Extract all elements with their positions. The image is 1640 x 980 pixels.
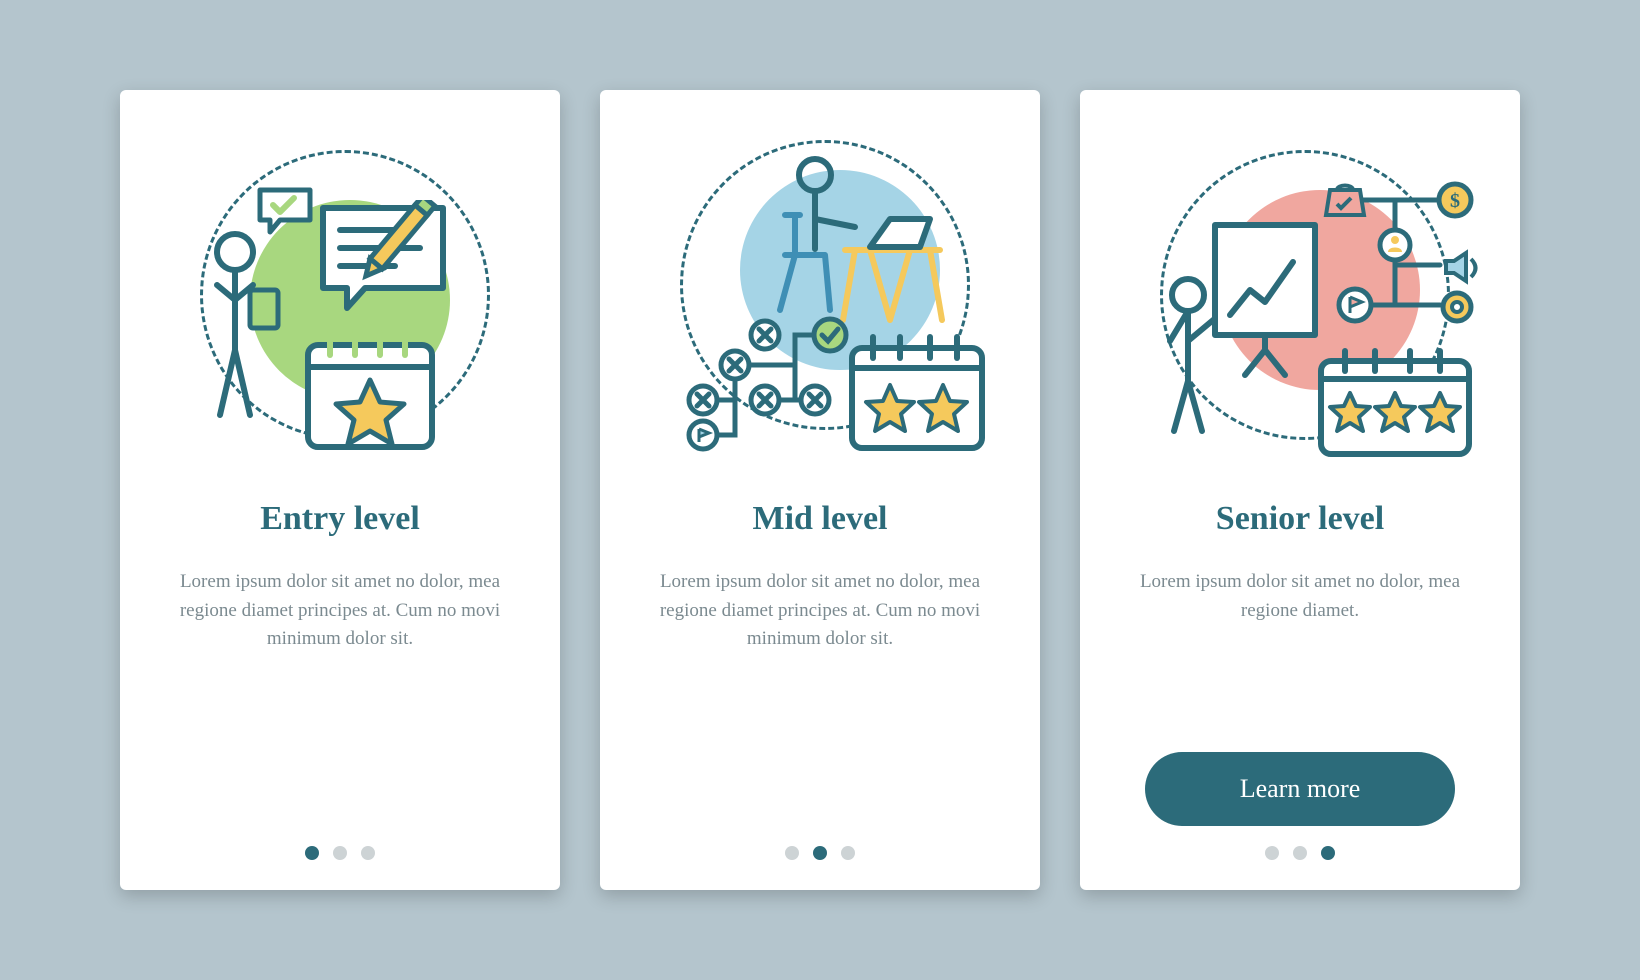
card-description: Lorem ipsum dolor sit amet no dolor, mea… — [1120, 568, 1480, 752]
dot-3[interactable] — [361, 846, 375, 860]
calendar-2star-icon — [845, 330, 990, 455]
dot-2[interactable] — [333, 846, 347, 860]
dot-2[interactable] — [1293, 846, 1307, 860]
dot-3[interactable] — [1321, 846, 1335, 860]
page-indicator — [785, 846, 855, 860]
page-indicator — [1265, 846, 1335, 860]
card-description: Lorem ipsum dolor sit amet no dolor, mea… — [640, 568, 1000, 846]
onboarding-card-entry: Entry level Lorem ipsum dolor sit amet n… — [120, 90, 560, 890]
page-indicator — [305, 846, 375, 860]
person-clipboard-icon — [195, 230, 290, 420]
card-title: Mid level — [752, 500, 887, 538]
dot-1[interactable] — [785, 846, 799, 860]
card-title: Entry level — [260, 500, 420, 538]
onboarding-card-senior: $ Senior level Lorem ipsum dolor sit ame… — [1080, 90, 1520, 890]
speech-check-icon — [255, 185, 315, 240]
calendar-1star-icon — [300, 325, 440, 455]
speech-write-icon — [315, 200, 475, 330]
decision-tree-icon — [675, 315, 855, 455]
card-description: Lorem ipsum dolor sit amet no dolor, mea… — [160, 568, 520, 846]
dot-1[interactable] — [305, 846, 319, 860]
illustration-entry — [160, 130, 520, 460]
calendar-3star-icon — [1315, 345, 1475, 460]
illustration-mid — [640, 130, 1000, 460]
presenter-icon — [1150, 215, 1320, 435]
dot-1[interactable] — [1265, 846, 1279, 860]
illustration-senior: $ — [1120, 130, 1480, 460]
dot-2[interactable] — [813, 846, 827, 860]
learn-more-button[interactable]: Learn more — [1145, 752, 1456, 826]
org-chart-icon: $ — [1315, 175, 1480, 350]
card-title: Senior level — [1216, 500, 1384, 538]
onboarding-card-mid: Mid level Lorem ipsum dolor sit amet no … — [600, 90, 1040, 890]
dot-3[interactable] — [841, 846, 855, 860]
person-desk-icon — [735, 155, 955, 330]
svg-text:$: $ — [1450, 190, 1460, 212]
